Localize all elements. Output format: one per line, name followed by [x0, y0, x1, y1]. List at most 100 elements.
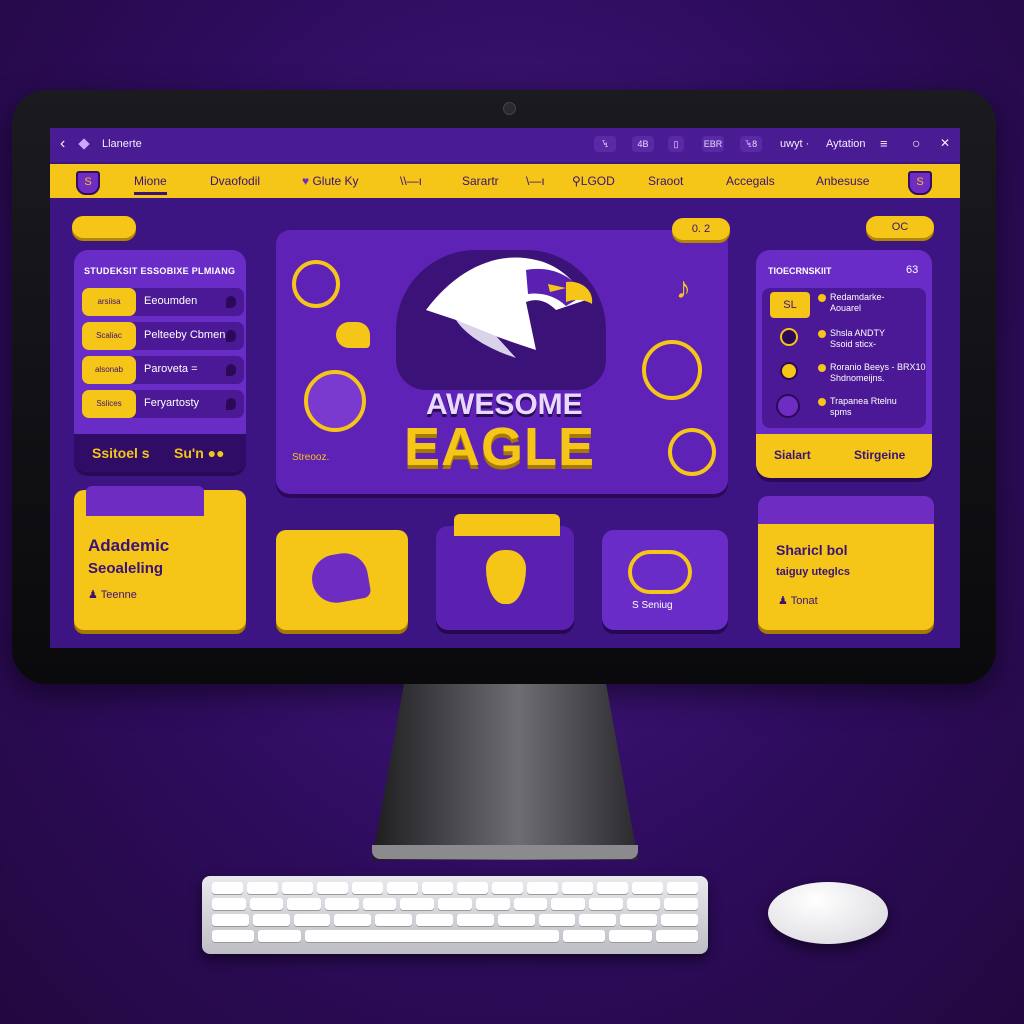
toolbar-button-3[interactable]: ▯ — [668, 136, 684, 152]
keyboard — [202, 876, 708, 954]
shield-icon: S — [76, 171, 100, 195]
card-small-text: Tonat — [790, 595, 818, 607]
bullet-icon — [818, 294, 826, 302]
nav-item-5[interactable]: Sarartr — [462, 174, 499, 188]
list-container: SL Redamdarke- Aouarel Shsla ANDTY Ssoid s… — [762, 288, 926, 428]
badge-icon[interactable] — [304, 370, 366, 432]
tech-list-panel: TIOECRNSKIIT 63 SL Redamdarke- Aouarel Sh… — [756, 250, 932, 478]
user-icon: ♟ — [88, 589, 101, 601]
hero-small-label: Streooz. — [292, 452, 330, 463]
nav-item-4[interactable]: \\—ı — [400, 174, 422, 188]
row-tag: Scaliac — [82, 322, 136, 350]
card-small-text: Teenne — [100, 589, 137, 601]
nav-item-3[interactable]: ♥ Glute Ky — [302, 174, 359, 188]
footer-right-button[interactable]: Stirgeine — [854, 448, 905, 462]
toggle-pill[interactable]: OC — [866, 216, 934, 238]
dial-icon[interactable] — [668, 428, 716, 476]
footer-left-label[interactable]: Ssitoel s — [92, 445, 150, 461]
toolbar-button-5[interactable]: ꔃ8 — [740, 136, 762, 152]
list-item[interactable]: Roranio Beeys - BRX10 Shdnomeijns. — [830, 362, 926, 384]
nav-item-home[interactable]: Mione — [134, 174, 167, 195]
footer-right-label[interactable]: Su'n ●● — [174, 445, 225, 461]
row-label: Paroveta = — [144, 363, 198, 375]
card-title-line1: Adademic — [88, 536, 170, 555]
main-navigation: S Mione Dvaofodil ♥ Glute Ky \\—ı Sarart… — [50, 164, 960, 198]
footer-left-button[interactable]: Sialart — [774, 448, 811, 462]
item-line1: Redamdarke- — [830, 292, 885, 302]
heart-icon — [308, 549, 372, 607]
panel-count: 63 — [906, 264, 919, 276]
pin-icon — [226, 330, 236, 342]
heart-icon — [336, 322, 370, 348]
timer-icon[interactable] — [642, 340, 702, 400]
close-icon[interactable]: ✕ — [940, 136, 950, 150]
list-item[interactable]: Scaliac Pelteeby Cbmen — [82, 322, 244, 350]
row-label: Eeoumden — [144, 295, 198, 307]
minimize-icon[interactable]: ○ — [912, 135, 920, 151]
panel-title: STUDEKSIT ESSOBIXE PLMIANG — [84, 266, 236, 276]
location-card[interactable] — [436, 514, 574, 630]
hero-card: AWESOME EAGLE Streooz. ♪ — [276, 230, 728, 494]
pin-icon — [226, 296, 236, 308]
app-name-label: Aytation — [826, 138, 866, 150]
nav-item-10[interactable]: Anbesuse — [816, 174, 869, 188]
nav-item-7-label: LGOD — [580, 174, 615, 188]
messaging-card[interactable]: S Seniug — [602, 530, 728, 630]
toolbar-button-4[interactable]: EBR — [702, 136, 724, 152]
nav-item-9[interactable]: Accegals — [726, 174, 775, 188]
shield-icon-right: S — [908, 171, 932, 195]
panel-footer: Ssitoel s Su'n ●● — [74, 434, 246, 472]
item-line2: Aouarel — [830, 303, 862, 313]
item-line1: Shsla ANDTY — [830, 328, 886, 338]
student-planning-panel: STUDEKSIT ESSOBIXE PLMIANG arsiisa Eeoum… — [74, 250, 246, 472]
window-title: Llanerte — [102, 138, 142, 150]
avatar-icon — [780, 328, 798, 346]
row-label: Feryartosty — [144, 397, 200, 409]
mouse — [768, 882, 888, 944]
item-line1: Trapanea Rtelnu — [830, 396, 897, 406]
window-titlebar: ‹ Llanerte ꔃ 4B ▯ EBR ꔃ8 uwyt · Aytation… — [50, 128, 960, 162]
card-tab — [454, 514, 560, 536]
list-item[interactable]: Sslices Feryartosty — [82, 390, 244, 418]
nav-item-6[interactable]: \—ı — [526, 174, 545, 188]
academic-scheduling-card[interactable]: Adademic Seoaleling ♟ Teenne — [74, 486, 246, 630]
row-tag: arsiisa — [82, 288, 136, 316]
nav-item-7[interactable]: ⚲LGOD — [572, 174, 615, 188]
list-item[interactable]: arsiisa Eeoumden — [82, 288, 244, 316]
monitor-stand — [372, 684, 638, 860]
avatar-icon — [780, 362, 798, 380]
left-status-pill[interactable] — [72, 216, 136, 238]
card-tab — [86, 486, 204, 516]
back-icon[interactable]: ‹ — [60, 135, 65, 153]
bullet-icon — [818, 364, 826, 372]
webcam — [503, 102, 516, 115]
card-tab — [758, 496, 934, 524]
favorites-card[interactable] — [276, 530, 408, 630]
card-small-label: ♟ Tonat — [778, 594, 818, 607]
menu-icon[interactable]: ≡ — [880, 136, 888, 151]
card-title-line1: Sharicl bol — [776, 542, 848, 558]
toolbar-button-1[interactable]: ꔃ — [594, 136, 616, 152]
row-label: Pelteeby Cbmen — [144, 329, 226, 341]
location-pin-icon — [486, 550, 526, 604]
pin-icon: ⚲ — [572, 174, 581, 188]
nav-item-2[interactable]: Dvaofodil — [210, 174, 260, 188]
list-badge[interactable]: SL — [770, 292, 810, 318]
counter-pill[interactable]: 0. 2 — [672, 218, 730, 240]
shared-card[interactable]: Sharicl bol taiguy uteglcs ♟ Tonat — [758, 496, 934, 630]
target-icon[interactable] — [292, 260, 340, 308]
nav-item-8[interactable]: Sraoot — [648, 174, 683, 188]
user-icon: ♟ — [778, 595, 791, 607]
list-item[interactable]: Redamdarke- Aouarel — [830, 292, 885, 314]
toolbar-button-2[interactable]: 4B — [632, 136, 654, 152]
card-label: S Seniug — [632, 600, 673, 611]
item-line2: Shdnomeijns. — [830, 373, 885, 383]
item-line2: spms — [830, 407, 852, 417]
list-item[interactable]: Trapanea Rtelnu spms — [830, 396, 897, 418]
user-menu[interactable]: uwyt · — [780, 138, 809, 150]
chat-bubble-icon — [628, 550, 692, 594]
row-tag: alsonab — [82, 356, 136, 384]
list-item[interactable]: alsonab Paroveta = — [82, 356, 244, 384]
list-item[interactable]: Shsla ANDTY Ssoid sticx- — [830, 328, 885, 350]
item-line2: Ssoid sticx- — [830, 339, 877, 349]
